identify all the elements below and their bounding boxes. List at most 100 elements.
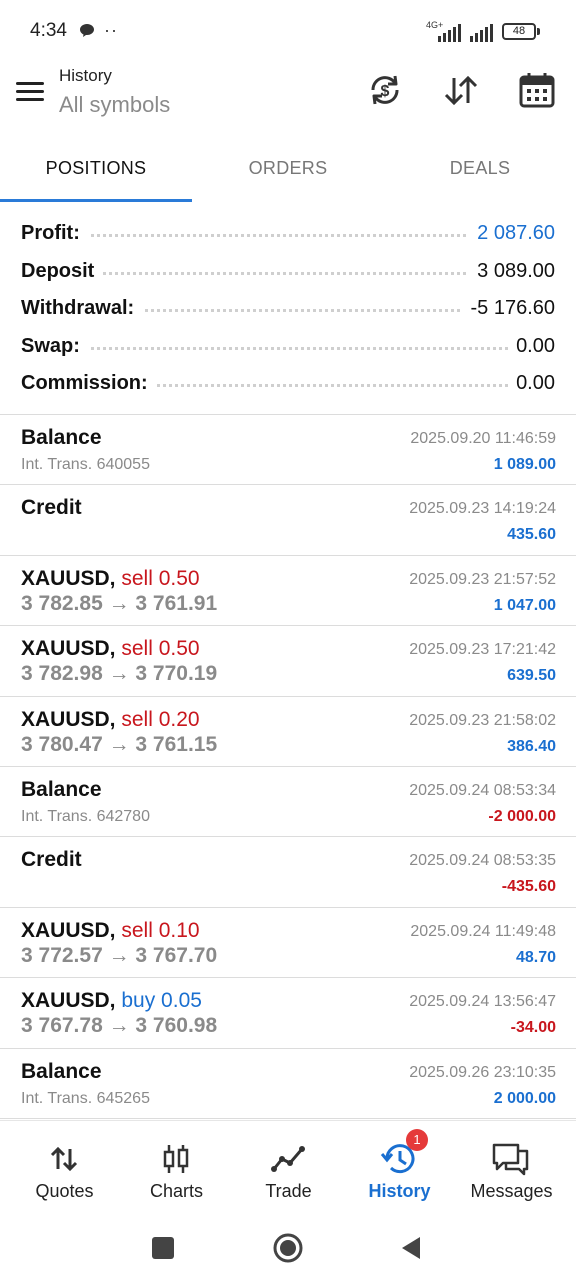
symbol-filter[interactable]: All symbols xyxy=(59,92,170,118)
trade-line-icon xyxy=(271,1146,305,1172)
history-list: Balance Int. Trans. 640055 2025.09.20 11… xyxy=(0,415,576,1119)
record-amount: 1 089.00 xyxy=(493,456,556,473)
tab-positions[interactable]: POSITIONS xyxy=(0,140,192,202)
record-title: XAUUSD, buy 0.05 xyxy=(21,989,202,1013)
record-amount: 2 000.00 xyxy=(493,1089,556,1107)
candlestick-icon xyxy=(163,1145,189,1173)
list-item[interactable]: Credit 2025.09.23 14:19:24 435.60 xyxy=(0,485,576,556)
summary-panel: Profit: 2 087.60 Deposit 3 089.00 Withdr… xyxy=(0,214,576,402)
record-prices: 3 782.85 → 3 761.91 xyxy=(21,591,218,615)
nav-label: Messages xyxy=(470,1181,553,1201)
sort-icon[interactable] xyxy=(441,70,481,110)
record-amount: 1 047.00 xyxy=(493,596,556,614)
record-comment: Int. Trans. 645265 xyxy=(21,1089,150,1107)
nav-charts[interactable]: Charts xyxy=(119,1121,234,1217)
record-time: 2025.09.24 08:53:34 xyxy=(409,781,556,799)
record-side: sell 0.50 xyxy=(121,637,200,661)
menu-icon[interactable] xyxy=(14,76,46,108)
nav-label: Charts xyxy=(149,1181,203,1201)
record-prices: 3 772.57 → 3 767.70 xyxy=(21,943,218,967)
record-time: 2025.09.23 21:57:52 xyxy=(409,570,556,588)
svg-text:$: $ xyxy=(381,83,390,100)
nav-label: Trade xyxy=(265,1181,312,1201)
record-title: XAUUSD, sell 0.50 xyxy=(21,637,200,661)
summary-value: 2 087.60 xyxy=(469,222,555,245)
calendar-icon[interactable] xyxy=(517,70,557,110)
record-side: sell 0.50 xyxy=(121,566,200,590)
system-navigation-bar xyxy=(0,1216,576,1280)
list-item[interactable]: XAUUSD, sell 0.20 3 780.47 → 3 761.15 20… xyxy=(0,697,576,767)
summary-row-withdrawal: Withdrawal: -5 176.60 xyxy=(0,289,576,327)
summary-label: Swap: xyxy=(21,334,88,358)
nav-trade[interactable]: Trade xyxy=(231,1121,346,1217)
record-side: sell 0.10 xyxy=(121,918,200,942)
summary-row-deposit: Deposit 3 089.00 xyxy=(0,252,576,290)
summary-value: 0.00 xyxy=(508,334,555,358)
status-time: 4:34 xyxy=(30,20,67,41)
recents-icon[interactable] xyxy=(147,1232,179,1264)
tab-orders[interactable]: ORDERS xyxy=(192,140,384,202)
record-prices: 3 767.78 → 3 760.98 xyxy=(21,1014,218,1038)
record-time: 2025.09.26 23:10:35 xyxy=(409,1063,556,1081)
summary-value: 3 089.00 xyxy=(469,259,555,283)
record-amount: 639.50 xyxy=(507,667,556,685)
record-title: Balance xyxy=(21,777,102,801)
record-title: Balance xyxy=(21,426,102,449)
summary-label: Withdrawal: xyxy=(21,297,143,320)
back-icon[interactable] xyxy=(396,1232,428,1264)
list-item[interactable]: Credit 2025.09.24 08:53:35 -435.60 xyxy=(0,837,576,908)
record-title: XAUUSD, sell 0.50 xyxy=(21,567,200,591)
battery-tip xyxy=(537,28,540,35)
record-time: 2025.09.23 14:19:24 xyxy=(409,500,556,518)
tab-deals[interactable]: DEALS xyxy=(384,140,576,202)
status-dots: ·· xyxy=(104,20,118,40)
record-side: sell 0.20 xyxy=(121,707,200,731)
record-amount: -435.60 xyxy=(501,878,556,896)
summary-row-commission: Commission: 0.00 xyxy=(0,364,576,402)
list-item[interactable]: Balance Int. Trans. 642780 2025.09.24 08… xyxy=(0,767,576,838)
record-title: XAUUSD, sell 0.20 xyxy=(21,708,200,732)
record-time: 2025.09.23 17:21:42 xyxy=(409,641,556,659)
summary-value: 0.00 xyxy=(508,372,555,395)
summary-label: Deposit xyxy=(21,259,103,283)
dotted-leader xyxy=(24,346,552,350)
list-item[interactable]: Balance Int. Trans. 640055 2025.09.20 11… xyxy=(0,415,576,486)
record-title: Credit xyxy=(21,848,82,872)
toolbar: History All symbols $ xyxy=(0,62,576,140)
chat-icon xyxy=(492,1143,529,1176)
nav-history[interactable]: History xyxy=(342,1121,457,1217)
battery-icon: 48 xyxy=(502,23,536,40)
summary-row-swap: Swap: 0.00 xyxy=(0,327,576,365)
record-amount: 435.60 xyxy=(507,526,556,544)
nav-messages[interactable]: Messages xyxy=(454,1121,569,1217)
record-time: 2025.09.20 11:46:59 xyxy=(410,430,556,447)
record-symbol: XAUUSD, xyxy=(21,989,116,1013)
currency-exchange-icon[interactable]: $ xyxy=(365,70,405,110)
nav-label: Quotes xyxy=(35,1181,94,1201)
quotes-arrows-icon xyxy=(50,1146,78,1172)
list-item[interactable]: XAUUSD, buy 0.05 3 767.78 → 3 760.98 202… xyxy=(0,978,576,1049)
summary-row-profit: Profit: 2 087.60 xyxy=(0,214,576,252)
record-time: 2025.09.24 13:56:47 xyxy=(409,993,556,1011)
record-time: 2025.09.24 08:53:35 xyxy=(409,852,556,870)
record-title: XAUUSD, sell 0.10 xyxy=(21,919,200,943)
record-comment: Int. Trans. 640055 xyxy=(21,456,150,473)
record-side: buy 0.05 xyxy=(121,989,202,1013)
summary-value: -5 176.60 xyxy=(462,297,555,320)
nav-label: History xyxy=(368,1181,431,1201)
tab-bar: POSITIONS ORDERS DEALS xyxy=(0,140,576,204)
summary-label: Commission: xyxy=(21,372,156,395)
list-item[interactable]: XAUUSD, sell 0.10 3 772.57 → 3 767.70 20… xyxy=(0,908,576,979)
list-item[interactable]: Balance Int. Trans. 645265 2025.09.26 23… xyxy=(0,1049,576,1119)
record-prices: 3 782.98 → 3 770.19 xyxy=(21,662,218,686)
home-icon[interactable] xyxy=(272,1232,304,1264)
list-item[interactable]: XAUUSD, sell 0.50 3 782.85 → 3 761.91 20… xyxy=(0,556,576,627)
list-item[interactable]: XAUUSD, sell 0.50 3 782.98 → 3 770.19 20… xyxy=(0,626,576,697)
record-title: Credit xyxy=(21,496,82,520)
record-comment: Int. Trans. 642780 xyxy=(21,807,150,825)
record-time: 2025.09.24 11:49:48 xyxy=(410,922,556,940)
record-amount: -2 000.00 xyxy=(488,807,556,825)
nav-quotes[interactable]: Quotes xyxy=(7,1121,122,1217)
record-symbol: XAUUSD, xyxy=(21,566,116,590)
record-title: Balance xyxy=(21,1059,102,1083)
